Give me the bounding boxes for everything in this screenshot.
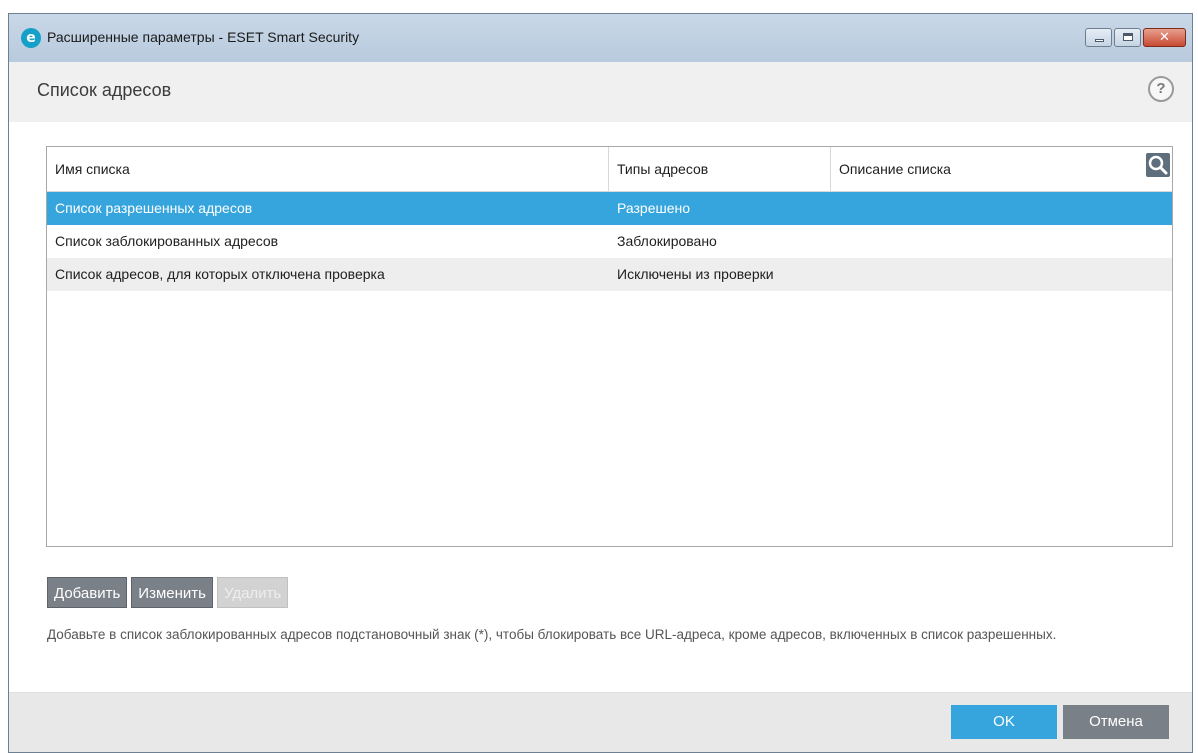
minimize-button[interactable] — [1085, 28, 1112, 47]
column-header-address-type[interactable]: Типы адресов — [609, 147, 831, 191]
cell-address-type: Разрешено — [617, 200, 691, 216]
table-header: Имя списка Типы адресов Описание списка — [47, 147, 1172, 192]
column-header-list-name[interactable]: Имя списка — [47, 147, 609, 191]
page-header: Список адресов ? — [9, 62, 1192, 122]
column-header-description[interactable]: Описание списка — [831, 147, 1172, 191]
list-action-buttons: Добавить Изменить Удалить — [47, 577, 289, 608]
eset-logo-icon: e — [21, 28, 41, 48]
close-icon: ✕ — [1159, 30, 1170, 45]
table-row[interactable]: Список заблокированных адресов Заблокиро… — [47, 225, 1172, 258]
cell-address-type: Исключены из проверки — [617, 266, 774, 282]
cell-description — [831, 192, 1172, 225]
title-bar[interactable]: e Расширенные параметры - ESET Smart Sec… — [9, 14, 1192, 63]
cell-address-type: Заблокировано — [617, 233, 717, 249]
dialog-window: e Расширенные параметры - ESET Smart Sec… — [8, 13, 1193, 753]
search-button[interactable] — [1146, 153, 1170, 177]
minimize-icon — [1086, 29, 1111, 46]
page-title: Список адресов — [37, 80, 172, 100]
address-list-table: Имя списка Типы адресов Описание списка … — [46, 146, 1173, 547]
content-area: Имя списка Типы адресов Описание списка … — [9, 122, 1192, 692]
cancel-button[interactable]: Отмена — [1063, 705, 1169, 739]
search-icon — [1148, 155, 1168, 175]
close-button[interactable]: ✕ — [1143, 28, 1186, 47]
maximize-icon — [1115, 29, 1140, 46]
maximize-button[interactable] — [1114, 28, 1141, 47]
add-button[interactable]: Добавить — [47, 577, 128, 608]
cell-description — [831, 258, 1172, 291]
window-title: Расширенные параметры - ESET Smart Secur… — [47, 29, 360, 45]
help-icon[interactable]: ? — [1148, 76, 1174, 102]
cell-list-name: Список заблокированных адресов — [55, 233, 279, 249]
cell-list-name: Список разрешенных адресов — [55, 200, 253, 216]
delete-button: Удалить — [216, 577, 289, 608]
table-row[interactable]: Список адресов, для которых отключена пр… — [47, 258, 1172, 291]
cell-list-name: Список адресов, для которых отключена пр… — [55, 266, 385, 282]
edit-button[interactable]: Изменить — [131, 577, 213, 608]
hint-text: Добавьте в список заблокированных адресо… — [47, 627, 1057, 642]
ok-button[interactable]: OK — [951, 705, 1057, 739]
window-controls: ✕ — [1085, 28, 1186, 47]
table-row[interactable]: Список разрешенных адресов Разрешено — [47, 192, 1172, 225]
cell-description — [831, 225, 1172, 258]
dialog-footer: OK Отмена — [9, 692, 1192, 752]
